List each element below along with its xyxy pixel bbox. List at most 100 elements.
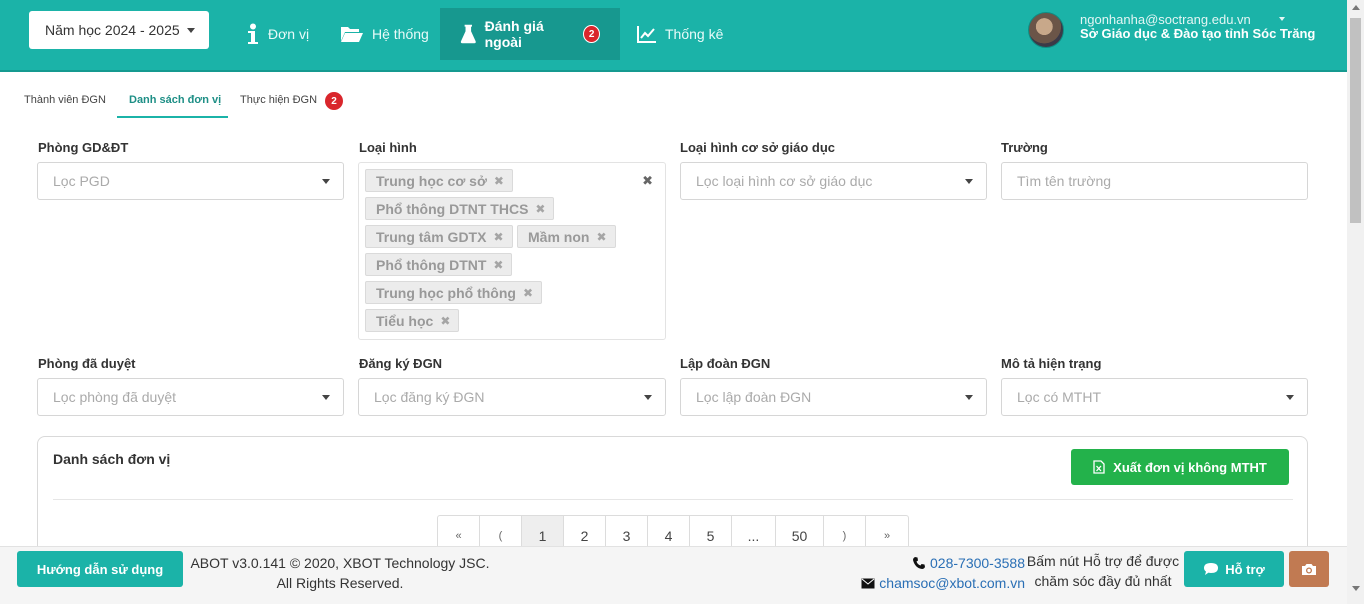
- tag-label: Phổ thông DTNT: [376, 256, 487, 273]
- filter-label-mo-ta: Mô tả hiện trạng: [1001, 356, 1102, 371]
- caret-down-icon: [322, 179, 330, 184]
- remove-tag-icon[interactable]: ✖: [523, 286, 533, 300]
- support-button[interactable]: Hỗ trợ: [1184, 551, 1284, 587]
- vertical-scrollbar[interactable]: [1347, 0, 1364, 604]
- caret-down-icon: [1286, 395, 1294, 400]
- user-guide-button[interactable]: Hướng dẫn sử dụng: [17, 551, 183, 587]
- line-chart-icon: [637, 26, 656, 43]
- panel-title: Danh sách đơn vị: [53, 451, 171, 467]
- nav-danh-gia-ngoai-label: Đánh giá ngoài: [484, 18, 544, 50]
- user-email[interactable]: ngonhanha@soctrang.edu.vn: [1080, 12, 1251, 27]
- avatar[interactable]: [1028, 12, 1064, 48]
- filter-mo-ta-placeholder: Lọc có MTHT: [1017, 389, 1102, 405]
- filter-lap-doan-placeholder: Lọc lập đoàn ĐGN: [696, 389, 812, 405]
- caret-down-icon: [965, 179, 973, 184]
- remove-tag-icon[interactable]: ✖: [493, 258, 503, 272]
- top-navbar: Năm học 2024 - 2025 Đơn vị Hệ thống Đánh…: [0, 0, 1347, 72]
- nav-he-thong[interactable]: Hệ thống: [340, 8, 429, 60]
- filter-phong-duyet-placeholder: Lọc phòng đã duyệt: [53, 389, 176, 405]
- remove-tag-icon[interactable]: ✖: [596, 230, 606, 244]
- caret-down-icon: [965, 395, 973, 400]
- nav-thong-ke[interactable]: Thống kê: [637, 8, 723, 60]
- support-hint: Bấm nút Hỗ trợ để được chăm sóc đầy đủ n…: [1018, 551, 1188, 591]
- tab-thuc-hien-dgn[interactable]: Thực hiện ĐGN: [240, 94, 317, 106]
- folder-open-icon: [341, 27, 363, 42]
- email-link[interactable]: chamsoc@xbot.com.vn: [879, 573, 1025, 593]
- clear-all-icon[interactable]: ✖: [642, 173, 653, 189]
- file-excel-icon: [1093, 460, 1105, 474]
- tag-label: Trung tâm GDTX: [376, 228, 487, 245]
- export-button-label: Xuất đơn vị không MTHT: [1113, 459, 1267, 475]
- support-hint-line-1: Bấm nút Hỗ trợ để được: [1026, 553, 1180, 569]
- tag-label: Trung học phổ thông: [376, 284, 516, 301]
- envelope-icon: [861, 578, 875, 588]
- chat-icon: [1204, 563, 1219, 575]
- filter-dang-ky-placeholder: Lọc đăng ký ĐGN: [374, 389, 485, 405]
- export-button[interactable]: Xuất đơn vị không MTHT: [1071, 449, 1289, 485]
- filter-lap-doan-select[interactable]: Lọc lập đoàn ĐGN: [680, 378, 987, 416]
- support-hint-line-2: chăm sóc đầy đủ nhất: [1034, 573, 1172, 589]
- copyright-line-2: All Rights Reserved.: [276, 575, 404, 591]
- school-search-placeholder: Tìm tên trường: [1017, 173, 1112, 189]
- scroll-down-icon[interactable]: [1352, 586, 1360, 591]
- camera-icon: [1302, 563, 1316, 575]
- active-tab-underline: [117, 116, 228, 118]
- tag-label: Phổ thông DTNT THCS: [376, 200, 529, 217]
- school-search-input[interactable]: Tìm tên trường: [1001, 162, 1308, 200]
- user-organization: Sở Giáo dục & Đào tạo tỉnh Sóc Trăng: [1080, 26, 1316, 41]
- nav-notification-badge: 2: [583, 25, 600, 43]
- tag-tieu-hoc: Tiểu học ✖: [365, 309, 460, 332]
- tag-label: Mầm non: [528, 228, 590, 245]
- screenshot-button[interactable]: [1289, 551, 1329, 587]
- tab-danh-sach-don-vi[interactable]: Danh sách đơn vị: [129, 94, 221, 106]
- nav-don-vi[interactable]: Đơn vị: [246, 8, 309, 60]
- phone-icon: [913, 557, 926, 569]
- scroll-thumb[interactable]: [1350, 18, 1361, 223]
- filter-phong-select[interactable]: Lọc PGD: [37, 162, 344, 200]
- tag-pho-thong-dtnt: Phổ thông DTNT ✖: [365, 253, 513, 276]
- filter-label-truong: Trường: [1001, 140, 1048, 155]
- tag-trung-hoc-co-so: Trung học cơ sở ✖: [365, 169, 513, 192]
- remove-tag-icon[interactable]: ✖: [535, 202, 545, 216]
- filter-dang-ky-select[interactable]: Lọc đăng ký ĐGN: [358, 378, 666, 416]
- divider: [53, 499, 1293, 500]
- caret-down-icon: [644, 395, 652, 400]
- copyright: ABOT v3.0.141 © 2020, XBOT Technology JS…: [190, 553, 490, 593]
- filter-label-lap-doan: Lập đoàn ĐGN: [680, 356, 771, 371]
- tag-label: Tiểu học: [376, 312, 434, 329]
- email-row: chamsoc@xbot.com.vn: [850, 573, 1025, 593]
- scroll-up-icon[interactable]: [1352, 5, 1360, 10]
- filter-loai-hinh-multiselect[interactable]: ✖ Trung học cơ sở ✖ Phổ thông DTNT THCS ✖ …: [358, 162, 666, 340]
- filter-phong-placeholder: Lọc PGD: [53, 173, 110, 189]
- tag-label: Trung học cơ sở: [376, 172, 487, 189]
- filter-loai-hinh-co-so-placeholder: Lọc loại hình cơ sở giáo dục: [696, 173, 873, 189]
- filter-label-phong: Phòng GD&ĐT: [38, 140, 129, 155]
- contact-info: 028-7300-3588 chamsoc@xbot.com.vn: [850, 553, 1025, 593]
- footer: Hướng dẫn sử dụng ABOT v3.0.141 © 2020, …: [0, 546, 1347, 604]
- tag-pho-thong-dtnt-thcs: Phổ thông DTNT THCS ✖: [365, 197, 555, 220]
- filter-label-loai-hinh-co-so: Loại hình cơ sở giáo dục: [680, 140, 835, 155]
- filter-phong-duyet-select[interactable]: Lọc phòng đã duyệt: [37, 378, 344, 416]
- filter-mo-ta-select[interactable]: Lọc có MTHT: [1001, 378, 1308, 416]
- remove-tag-icon[interactable]: ✖: [440, 314, 450, 328]
- user-menu-caret-icon[interactable]: [1279, 17, 1285, 21]
- nav-he-thong-label: Hệ thống: [372, 26, 429, 42]
- remove-tag-icon[interactable]: ✖: [494, 174, 504, 188]
- school-year-select[interactable]: Năm học 2024 - 2025: [29, 11, 209, 49]
- flask-icon: [460, 24, 476, 44]
- caret-down-icon: [322, 395, 330, 400]
- tag-trung-hoc-pho-thong: Trung học phổ thông ✖: [365, 281, 543, 304]
- filter-label-loai-hinh: Loại hình: [359, 140, 417, 155]
- nav-don-vi-label: Đơn vị: [268, 26, 310, 42]
- filter-label-dang-ky: Đăng ký ĐGN: [359, 356, 443, 371]
- remove-tag-icon[interactable]: ✖: [493, 230, 503, 244]
- school-year-value: Năm học 2024 - 2025: [45, 22, 180, 38]
- tab-thanh-vien-dgn[interactable]: Thành viên ĐGN: [24, 94, 106, 106]
- filter-loai-hinh-co-so-select[interactable]: Lọc loại hình cơ sở giáo dục: [680, 162, 987, 200]
- nav-danh-gia-ngoai[interactable]: Đánh giá ngoài 2: [440, 8, 620, 60]
- phone-link[interactable]: 028-7300-3588: [930, 553, 1025, 573]
- nav-thong-ke-label: Thống kê: [665, 26, 724, 42]
- support-button-label: Hỗ trợ: [1225, 561, 1265, 577]
- tag-trung-tam-gdtx: Trung tâm GDTX ✖: [365, 225, 513, 248]
- info-icon: [248, 23, 258, 44]
